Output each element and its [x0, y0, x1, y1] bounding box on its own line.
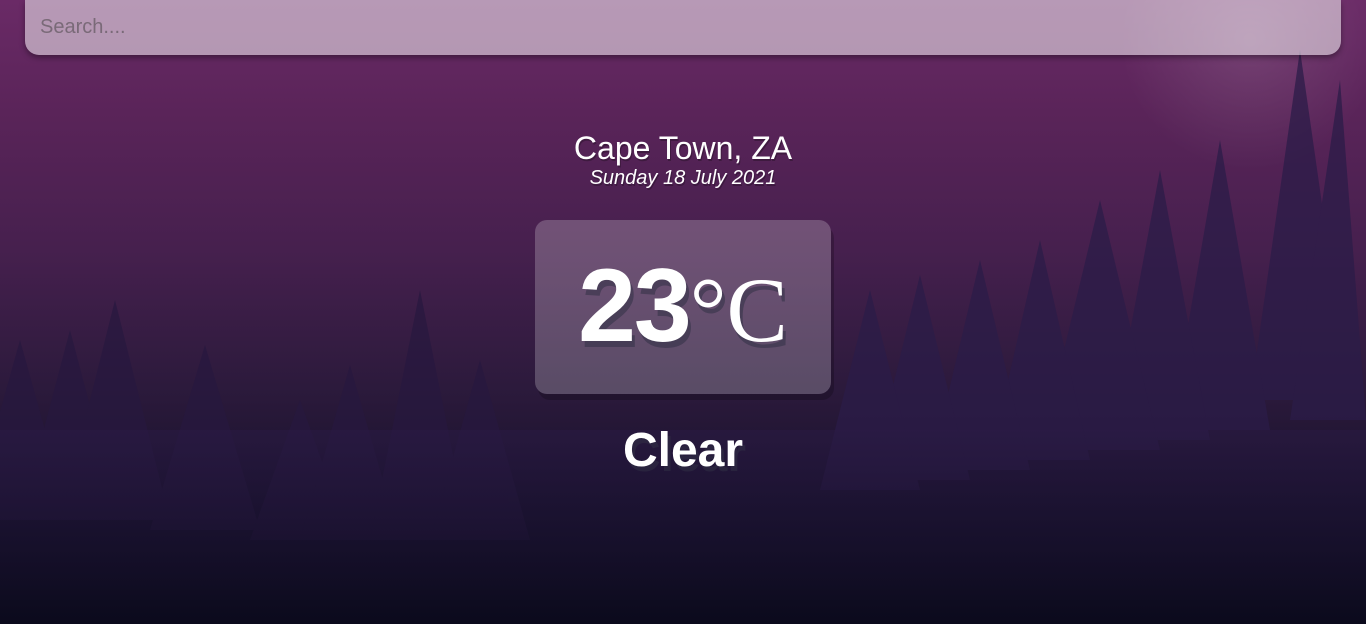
- temperature-value: 23: [578, 248, 692, 364]
- temperature-box: 23°C: [535, 220, 831, 394]
- location-name: Cape Town, ZA: [573, 130, 793, 166]
- weather-condition: Clear: [622, 424, 744, 477]
- location-box: Cape Town, ZA Sunday 18 July 2021: [0, 129, 1366, 190]
- temperature-unit: °C: [689, 259, 788, 361]
- temperature: 23°C: [578, 254, 788, 389]
- current-date: Sunday 18 July 2021: [589, 167, 777, 189]
- search-bar: [25, 0, 1341, 55]
- search-input[interactable]: [25, 0, 1341, 55]
